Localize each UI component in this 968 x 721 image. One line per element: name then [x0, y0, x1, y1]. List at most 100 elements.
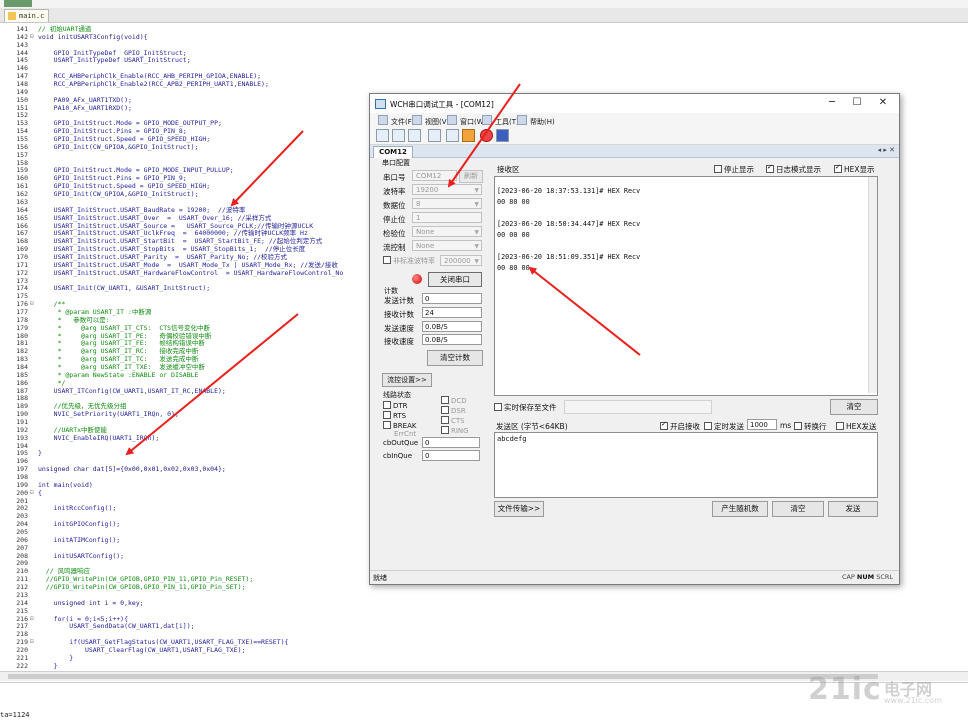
fold-toggle-icon[interactable]: ⊟ — [30, 33, 36, 41]
maximize-button[interactable]: ☐ — [847, 96, 867, 110]
close-window-button[interactable]: ✕ — [873, 96, 893, 110]
port-select[interactable]: COM12 — [412, 170, 457, 181]
line-number: 170 — [16, 252, 28, 261]
layout-icon[interactable] — [392, 129, 405, 142]
help-menu-icon — [517, 115, 527, 125]
connect-icon[interactable] — [446, 129, 459, 142]
line-number: 181 — [16, 339, 28, 348]
send-button[interactable]: 发送 — [828, 501, 878, 517]
close-port-button[interactable]: 关闭串口 — [428, 272, 482, 287]
tab-com12[interactable]: COM12 — [373, 146, 413, 158]
nonstandard-baud-input[interactable]: 200000 ▼ — [440, 255, 482, 266]
save-path-field[interactable] — [564, 400, 712, 414]
tool-toolbar — [370, 126, 899, 145]
code-line[interactable]: 141 // 初始UART通道 — [0, 25, 968, 33]
code-line[interactable]: 220 USART_ClearFlag(CW_UART1,USART_FLAG_… — [0, 646, 968, 654]
fold-toggle-icon[interactable]: ⊟ — [30, 638, 36, 646]
code-text: NVIC_EnableIRQ(UART1_IRQn); — [38, 433, 160, 442]
recv-scrollbar[interactable] — [868, 177, 877, 393]
code-text: GPIO_InitTypeDef GPIO_InitStruct; — [38, 48, 187, 57]
code-line[interactable]: 144 GPIO_InitTypeDef GPIO_InitStruct; — [0, 49, 968, 57]
line-number: 165 — [16, 213, 28, 222]
flow-settings-button[interactable]: 流控设置>> — [382, 373, 432, 387]
flowcontrol-select[interactable]: None ▼ — [412, 240, 482, 251]
split-view-icon[interactable] — [408, 129, 421, 142]
dtr-checkbox[interactable]: DTR — [383, 401, 408, 410]
break-checkbox[interactable]: BREAK — [383, 421, 416, 430]
hex-send-checkbox[interactable]: HEX发送 — [836, 421, 877, 432]
databits-select[interactable]: 8 ▼ — [412, 198, 482, 209]
line-number: 151 — [16, 103, 28, 112]
minimize-button[interactable]: ─ — [822, 96, 842, 110]
fold-toggle-icon[interactable]: ⊟ — [30, 489, 36, 497]
nonstandard-baud-checkbox[interactable]: 非标准波特率 — [383, 256, 435, 266]
line-number: 169 — [16, 245, 28, 254]
line-number: 205 — [16, 528, 28, 537]
clear-count-button[interactable]: 清空计数 — [427, 350, 483, 366]
parity-select[interactable]: None ▼ — [412, 226, 482, 237]
newline-checkbox[interactable]: 转换行 — [794, 421, 827, 432]
code-text: USART_InitStruct.USART_BaudRate = 19200;… — [38, 205, 246, 214]
save-icon[interactable] — [428, 129, 441, 142]
file-tab-main-c[interactable]: main.c — [4, 9, 50, 22]
stop-icon[interactable] — [480, 129, 493, 142]
code-text: GPIO_InitStruct.Pins = GPIO_PIN_9; — [38, 174, 187, 183]
code-line[interactable]: 145 USART_InitTypeDef USART_InitStruct; — [0, 56, 968, 64]
status-bar: 就绪 CAP NUM SCRL — [370, 570, 899, 584]
file-transfer-button[interactable]: 文件传输>> — [494, 501, 544, 517]
line-number: 193 — [16, 433, 28, 442]
enable-recv-checkbox[interactable]: 开启接收 — [660, 420, 700, 432]
code-line[interactable]: 146 — [0, 64, 968, 72]
stopbits-select[interactable]: 1 — [412, 212, 482, 223]
baudrate-select[interactable]: 19200 ▼ — [412, 184, 482, 195]
hex-display-checkbox[interactable]: HEX显示 — [834, 163, 875, 175]
line-number: 175 — [16, 292, 28, 301]
code-line[interactable]: 214 unsigned int i = 0,key; — [0, 599, 968, 607]
recv-line: [2023-06-20 18:51:09.351]# HEX Recv — [497, 253, 641, 261]
fold-toggle-icon[interactable]: ⊟ — [30, 615, 36, 623]
window-titlebar[interactable]: WCH串口调试工具 - [COM12] ─ ☐ ✕ — [370, 94, 899, 113]
line-number: 204 — [16, 520, 28, 529]
code-line[interactable]: 218 — [0, 630, 968, 638]
code-line[interactable]: 143 — [0, 41, 968, 49]
refresh-button[interactable]: 刷新 — [459, 170, 483, 183]
recv-textarea[interactable]: [2023-06-20 18:37:53.131]# HEX Recv 00 8… — [494, 176, 878, 396]
new-doc-icon[interactable] — [376, 129, 389, 142]
send-interval-input[interactable]: 1000 — [747, 419, 777, 430]
code-line[interactable]: 222 } — [0, 662, 968, 669]
code-line[interactable]: 215 — [0, 607, 968, 615]
send-clear-button[interactable]: 清空 — [772, 501, 824, 517]
code-line[interactable]: 142 ⊟ void initUSART3Config(void){ — [0, 33, 968, 41]
recv-clear-button[interactable]: 清空 — [830, 399, 878, 415]
code-line[interactable]: 213 — [0, 591, 968, 599]
tab-navigation-controls[interactable]: ◂ ▸ ✕ — [878, 146, 895, 154]
code-line[interactable]: 147 RCC_AHBPeriphClk_Enable(RCC_AHB_PERI… — [0, 72, 968, 80]
rts-checkbox[interactable]: RTS — [383, 411, 406, 420]
line-number: 180 — [16, 331, 28, 340]
random-number-button[interactable]: 产生随机数 — [712, 501, 768, 517]
download-icon[interactable] — [462, 129, 475, 142]
code-text: USART_ITConfig(CW_UART1,USART_IT_RC,ENAB… — [38, 386, 226, 395]
fold-toggle-icon[interactable]: ⊟ — [30, 300, 36, 308]
info-icon[interactable] — [496, 129, 509, 142]
line-number: 196 — [16, 457, 28, 466]
stop-display-checkbox[interactable]: 停止显示 — [714, 164, 754, 175]
line-number: 216 — [16, 614, 28, 623]
code-line[interactable]: 221 } — [0, 654, 968, 662]
send-textarea[interactable]: abcdefg — [494, 432, 878, 498]
code-text: GPIO_InitStruct.Speed = GPIO_SPEED_HIGH; — [38, 135, 211, 144]
scrollbar-thumb[interactable] — [8, 674, 878, 679]
code-text: * @arg USART_IT_CTS: CTS信号变化中断 — [38, 323, 211, 332]
timed-send-checkbox[interactable]: 定时发送 — [704, 421, 744, 432]
code-line[interactable]: 219 ⊟ if(USART_GetFlagStatus(CW_UART1,USA… — [0, 638, 968, 646]
recv-line: 00 80 00 — [497, 198, 530, 206]
file-menu-icon — [378, 115, 388, 125]
log-mode-checkbox[interactable]: 日志模式显示 — [766, 163, 821, 175]
line-number: 202 — [16, 504, 28, 513]
ide-toolbar-icon[interactable] — [4, 0, 32, 7]
code-line[interactable]: 216 ⊟ for(i = 0;i<5;i++){ — [0, 615, 968, 623]
code-line[interactable]: 148 RCC_APBPeriphClk_Enable2(RCC_APB2_PE… — [0, 80, 968, 88]
realtime-save-checkbox[interactable]: 实时保存至文件 — [494, 402, 557, 413]
code-line[interactable]: 217 USART_SendData(CW_UART1,dat[i]); — [0, 622, 968, 630]
line-number: 156 — [16, 142, 28, 151]
